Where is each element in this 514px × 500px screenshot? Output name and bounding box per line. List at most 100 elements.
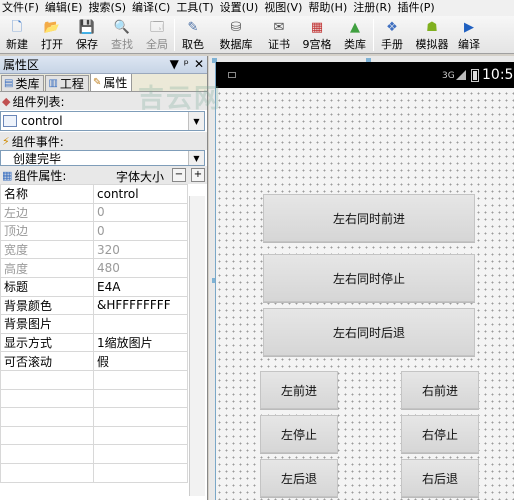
toolbar-button-4[interactable]: 🔍 查找	[104, 16, 140, 53]
property-value[interactable]: 假	[93, 351, 188, 371]
form-canvas[interactable]: 3G 10:54 左右同时前进 左右同时停止 左右同时后退 左前进 右前进 左停…	[215, 62, 514, 500]
property-row[interactable]: 背景图片	[0, 314, 188, 334]
property-row[interactable]: 顶边 0	[0, 221, 188, 241]
signal-type: 3G	[442, 71, 455, 81]
property-key: 顶边	[0, 221, 94, 241]
tab-project[interactable]: ▥ 工程	[45, 75, 89, 91]
font-increase-button[interactable]: +	[191, 168, 205, 182]
property-value[interactable]: 0	[93, 202, 188, 223]
phone-status-bar: 3G 10:54	[216, 62, 514, 88]
left-stop-button[interactable]: 左停止	[260, 415, 338, 453]
property-row[interactable]	[0, 388, 188, 409]
toolbar-button-9[interactable]: ▦ 9宫格	[297, 16, 337, 53]
menu-item[interactable]: 帮助(H)	[306, 0, 351, 16]
menu-item[interactable]: 编辑(E)	[43, 0, 87, 16]
property-value[interactable]: &HFFFFFFFF	[93, 295, 188, 316]
property-key	[0, 388, 94, 409]
property-value[interactable]	[93, 425, 188, 446]
toolbar-label: 取色	[182, 38, 204, 51]
property-value[interactable]	[93, 388, 188, 409]
menu-item[interactable]: 工具(T)	[174, 0, 217, 16]
property-value[interactable]	[93, 407, 188, 427]
tab-properties[interactable]: ✎ 属性	[89, 73, 133, 91]
tab-library[interactable]: ▤ 类库	[1, 75, 45, 91]
property-row[interactable]: 可否滚动假	[0, 351, 188, 371]
menu-item[interactable]: 设置(U)	[218, 0, 263, 16]
grid-icon: ▦	[310, 20, 324, 35]
property-key	[0, 407, 94, 427]
property-row[interactable]	[0, 369, 188, 390]
menu-item[interactable]: 编译(C)	[130, 0, 174, 16]
font-decrease-button[interactable]: −	[172, 168, 186, 182]
toolbar-button-5[interactable]: 🗔 全局	[140, 16, 174, 53]
toolbar-button-7[interactable]: ⛁ 数据库	[211, 16, 261, 53]
property-row[interactable]: 标题 E4A	[0, 276, 188, 297]
menu-item[interactable]: 搜索(S)	[86, 0, 130, 16]
database-icon: ⛁	[230, 20, 242, 35]
property-value[interactable]: 320	[93, 239, 188, 260]
property-value[interactable]	[93, 369, 188, 390]
property-key: 名称	[0, 184, 94, 204]
both-back-button[interactable]: 左右同时后退	[263, 308, 475, 356]
property-value[interactable]: 480	[93, 258, 188, 278]
property-row[interactable]	[0, 425, 188, 446]
status-time: 10:54	[482, 67, 514, 83]
chevron-down-icon[interactable]: ▼	[188, 151, 204, 165]
property-scrollbar[interactable]	[189, 196, 205, 496]
toolbar-button-10[interactable]: ▲ 类库	[337, 16, 373, 53]
toolbar-button-1[interactable]: 🗋 新建	[0, 16, 34, 53]
toolbar-button-12[interactable]: ☗ 模拟器	[410, 16, 454, 53]
component-properties-header: ▦ 组件属性: 字体大小 − +	[0, 166, 207, 184]
property-value[interactable]: E4A	[93, 276, 188, 297]
property-key: 显示方式	[0, 332, 94, 353]
menu-item[interactable]: 插件(P)	[395, 0, 438, 16]
property-key: 左边	[0, 202, 94, 223]
property-row[interactable]: 显示方式 1缩放图片	[0, 332, 188, 353]
toolbar-button-3[interactable]: 💾 保存	[70, 16, 104, 53]
toolbar-button-13[interactable]: ▶ 编译	[454, 16, 484, 53]
notification-icon	[228, 72, 236, 78]
right-stop-button[interactable]: 右停止	[401, 415, 479, 453]
property-row[interactable]	[0, 407, 188, 427]
property-value[interactable]	[93, 462, 188, 483]
new-file-icon: 🗋	[11, 20, 23, 35]
property-row[interactable]: 左边 0	[0, 202, 188, 223]
panel-dropdown-icon[interactable]: ▼	[170, 57, 179, 71]
property-row[interactable]: 宽度 320	[0, 239, 188, 260]
property-key	[0, 444, 94, 464]
menu-item[interactable]: 视图(V)	[262, 0, 306, 16]
property-key	[0, 425, 94, 446]
save-icon: 💾	[78, 20, 96, 35]
property-value[interactable]	[93, 314, 188, 334]
both-forward-button[interactable]: 左右同时前进	[263, 194, 475, 242]
right-forward-button[interactable]: 右前进	[401, 371, 479, 409]
menu-item[interactable]: 文件(F)	[0, 0, 43, 16]
left-forward-button[interactable]: 左前进	[260, 371, 338, 409]
property-row[interactable]	[0, 444, 188, 464]
toolbar-button-6[interactable]: ✎ 取色	[175, 16, 211, 53]
both-stop-button[interactable]: 左右同时停止	[263, 254, 475, 302]
component-event-header: ⚡ 组件事件:	[0, 132, 207, 150]
menu-item[interactable]: 注册(R)	[351, 0, 395, 16]
close-icon[interactable]: ✕	[194, 57, 204, 71]
library-icon: ▲	[350, 20, 360, 35]
toolbar-button-2[interactable]: 📂 打开	[34, 16, 70, 53]
toolbar-label: 全局	[146, 38, 168, 51]
property-value[interactable]: 1缩放图片	[93, 332, 188, 353]
pin-icon[interactable]: ᵖ	[184, 57, 189, 71]
property-value[interactable]	[93, 444, 188, 464]
property-row[interactable]: 高度 480	[0, 258, 188, 278]
toolbar-button-11[interactable]: ❖ 手册	[374, 16, 410, 53]
event-select[interactable]: 创建完毕 ▼	[0, 150, 205, 166]
property-value[interactable]: 0	[93, 221, 188, 241]
library-tab-icon: ▤	[4, 78, 14, 89]
property-row[interactable]	[0, 462, 188, 483]
left-back-button[interactable]: 左后退	[260, 459, 338, 497]
property-grid: 名称 control 左边 0 顶边 0 宽度 320 高度 480 标题 E4A 背景颜色 &HFFFF…	[0, 184, 188, 483]
right-back-button[interactable]: 右后退	[401, 459, 479, 497]
certificate-icon: ✉	[273, 20, 285, 35]
property-value[interactable]: control	[93, 184, 188, 204]
toolbar-button-8[interactable]: ✉ 证书	[261, 16, 297, 53]
property-row[interactable]: 名称 control	[0, 184, 188, 204]
property-row[interactable]: 背景颜色 &HFFFFFFFF	[0, 295, 188, 316]
